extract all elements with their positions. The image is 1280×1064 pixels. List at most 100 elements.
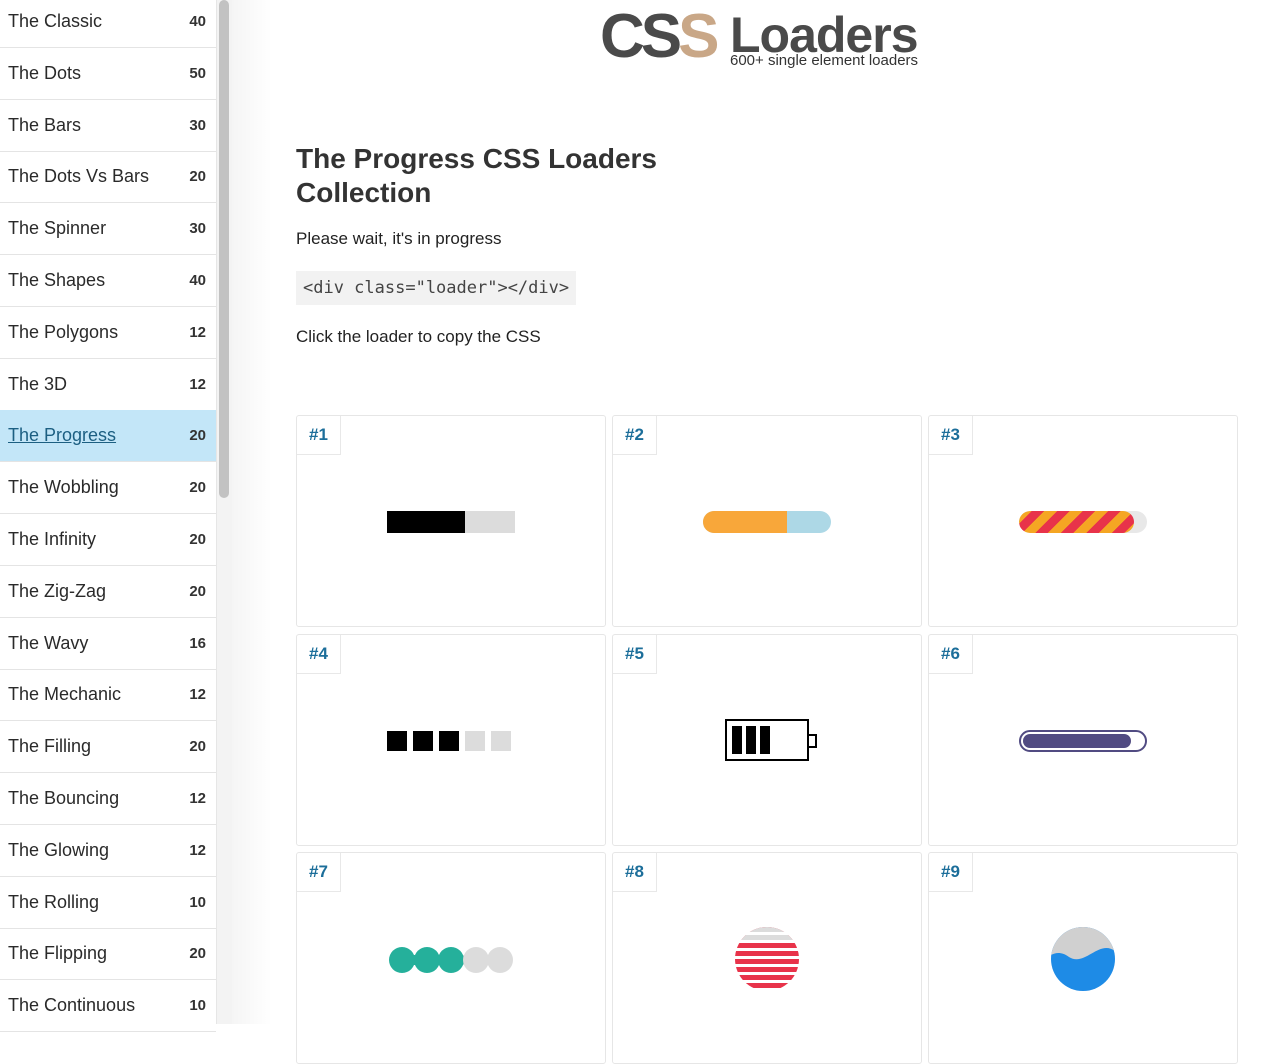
sidebar-item-label: The Spinner: [8, 218, 107, 239]
striped-progress-loader: [1019, 511, 1147, 533]
sidebar-item-count: 20: [189, 738, 206, 756]
sidebar-item-label: The Classic: [8, 11, 103, 31]
loader-preview[interactable]: [613, 853, 921, 1063]
loader-number: #8: [613, 853, 657, 892]
step-progress-loader: [387, 731, 511, 751]
chain-dot: [413, 947, 440, 973]
battery-loader: [725, 719, 817, 761]
loader-preview[interactable]: [613, 635, 921, 845]
battery-bar: [760, 726, 770, 754]
progress-bar-loader: [387, 511, 515, 533]
loader-card[interactable]: #3: [928, 415, 1238, 627]
sidebar-item-label: The Continuous: [8, 995, 136, 1016]
sidebar-item-the-bars[interactable]: The Bars 30: [0, 100, 216, 152]
sidebar-item-count: 20: [189, 427, 206, 445]
logo-tagline: 600+ single element loaders: [730, 52, 919, 69]
progress-step: [439, 731, 459, 751]
sidebar-item-label: The Infinity: [8, 529, 97, 549]
wave-circle-loader: [1051, 927, 1115, 991]
sidebar-item-the-3d[interactable]: The 3D 12: [0, 359, 216, 411]
sidebar-item-the-glowing[interactable]: The Glowing 12: [0, 825, 216, 877]
loader-card[interactable]: #9: [928, 852, 1238, 1064]
sidebar-item-the-classic[interactable]: The Classic 40: [0, 0, 216, 48]
chain-dot: [389, 947, 415, 973]
sidebar-item-count: 40: [189, 272, 206, 289]
sidebar-item-label: The Polygons: [8, 321, 119, 342]
page-subtitle: Please wait, it's in progress: [296, 229, 502, 248]
sidebar-item-label: The Dots: [8, 62, 82, 83]
loader-number: #6: [929, 635, 973, 674]
sidebar-item-label: The Zig-Zag: [8, 580, 107, 601]
loader-preview[interactable]: [929, 853, 1237, 1063]
loader-preview[interactable]: [297, 416, 605, 626]
sidebar-item-count: 10: [189, 997, 206, 1015]
loader-card[interactable]: #6: [928, 634, 1238, 846]
copy-hint: Click the loader to copy the CSS: [296, 327, 541, 346]
progress-bar-loader: [703, 511, 831, 533]
loader-card[interactable]: #5: [612, 634, 922, 846]
chain-dot: [487, 947, 513, 973]
loader-preview[interactable]: [297, 853, 605, 1063]
sidebar-item-the-infinity[interactable]: The Infinity 20: [0, 514, 216, 566]
sidebar-item-label: The Dots Vs Bars: [8, 166, 150, 187]
sidebar-item-label: The Filling: [8, 736, 92, 757]
sidebar-item-the-spinner[interactable]: The Spinner 30: [0, 203, 216, 256]
sidebar-item-count: 12: [189, 841, 206, 859]
sidebar-item-count: 16: [189, 634, 206, 652]
loader-preview[interactable]: [929, 635, 1237, 845]
dot-chain-loader: [389, 947, 513, 973]
progress-step: [387, 731, 407, 751]
loader-number: #1: [297, 416, 341, 455]
sidebar-item-count: 20: [189, 531, 206, 548]
loader-preview[interactable]: [929, 416, 1237, 626]
sidebar-item-the-rolling[interactable]: The Rolling 10: [0, 877, 216, 929]
sidebar-item-the-dots-vs-bars[interactable]: The Dots Vs Bars 20: [0, 151, 216, 204]
site-logo[interactable]: CSS Loaders 600+ single element loaders: [600, 4, 960, 74]
circle-empty-part: [735, 927, 799, 943]
sidebar-item-label: The Shapes: [8, 270, 106, 290]
loader-number: #5: [613, 635, 657, 674]
sidebar-item-count: 12: [189, 375, 206, 393]
sidebar-item-label: The Flipping: [8, 943, 108, 964]
striped-circle-loader: [735, 927, 799, 991]
sidebar-item-label: The Mechanic: [8, 684, 122, 705]
sidebar-item-the-zig-zag[interactable]: The Zig-Zag 20: [0, 566, 216, 618]
sidebar-item-the-progress[interactable]: The Progress 20: [0, 410, 216, 463]
sidebar-item-label: The Wavy: [8, 632, 89, 653]
sidebar-item-the-mechanic[interactable]: The Mechanic 12: [0, 669, 216, 722]
loader-card[interactable]: #2: [612, 415, 922, 627]
loader-preview[interactable]: [297, 635, 605, 845]
loader-preview[interactable]: [613, 416, 921, 626]
sidebar-item-the-filling[interactable]: The Filling 20: [0, 721, 216, 774]
battery-tip: [809, 734, 817, 748]
loader-card[interactable]: #7: [296, 852, 606, 1064]
sidebar-item-the-shapes[interactable]: The Shapes 40: [0, 255, 216, 307]
wave-circle-svg: [1051, 927, 1115, 960]
progress-step: [491, 731, 511, 751]
sidebar-item-the-dots[interactable]: The Dots 50: [0, 48, 216, 100]
sidebar-item-the-polygons[interactable]: The Polygons 12: [0, 307, 216, 359]
sidebar-item-count: 30: [189, 220, 206, 238]
loader-card[interactable]: #8: [612, 852, 922, 1064]
sidebar-item-count: 20: [189, 168, 206, 186]
logo-css-mark: CSS: [600, 2, 720, 71]
sidebar-item-label: The Wobbling: [8, 477, 119, 498]
loader-number: #2: [613, 416, 657, 455]
sidebar-shadow: [232, 0, 272, 1024]
outlined-progress-loader: [1019, 730, 1147, 752]
sidebar-scrollbar-thumb[interactable]: [219, 0, 229, 498]
sidebar-item-the-wobbling[interactable]: The Wobbling 20: [0, 462, 216, 515]
progress-fill: [1023, 734, 1131, 748]
sidebar-item-count: 12: [189, 323, 206, 341]
sidebar-item-the-wavy[interactable]: The Wavy 16: [0, 618, 216, 670]
loader-number: #9: [929, 853, 973, 892]
sidebar-item-the-flipping[interactable]: The Flipping 20: [0, 928, 216, 981]
sidebar-item-label: The Glowing: [8, 839, 110, 860]
sidebar-item-the-continuous[interactable]: The Continuous 10: [0, 980, 216, 1033]
progress-step: [465, 731, 485, 751]
loader-card[interactable]: #1: [296, 415, 606, 627]
sidebar-item-the-bouncing[interactable]: The Bouncing 12: [0, 773, 216, 825]
loader-card[interactable]: #4: [296, 634, 606, 846]
chain-dot: [438, 947, 464, 973]
loader-number: #4: [297, 635, 341, 674]
